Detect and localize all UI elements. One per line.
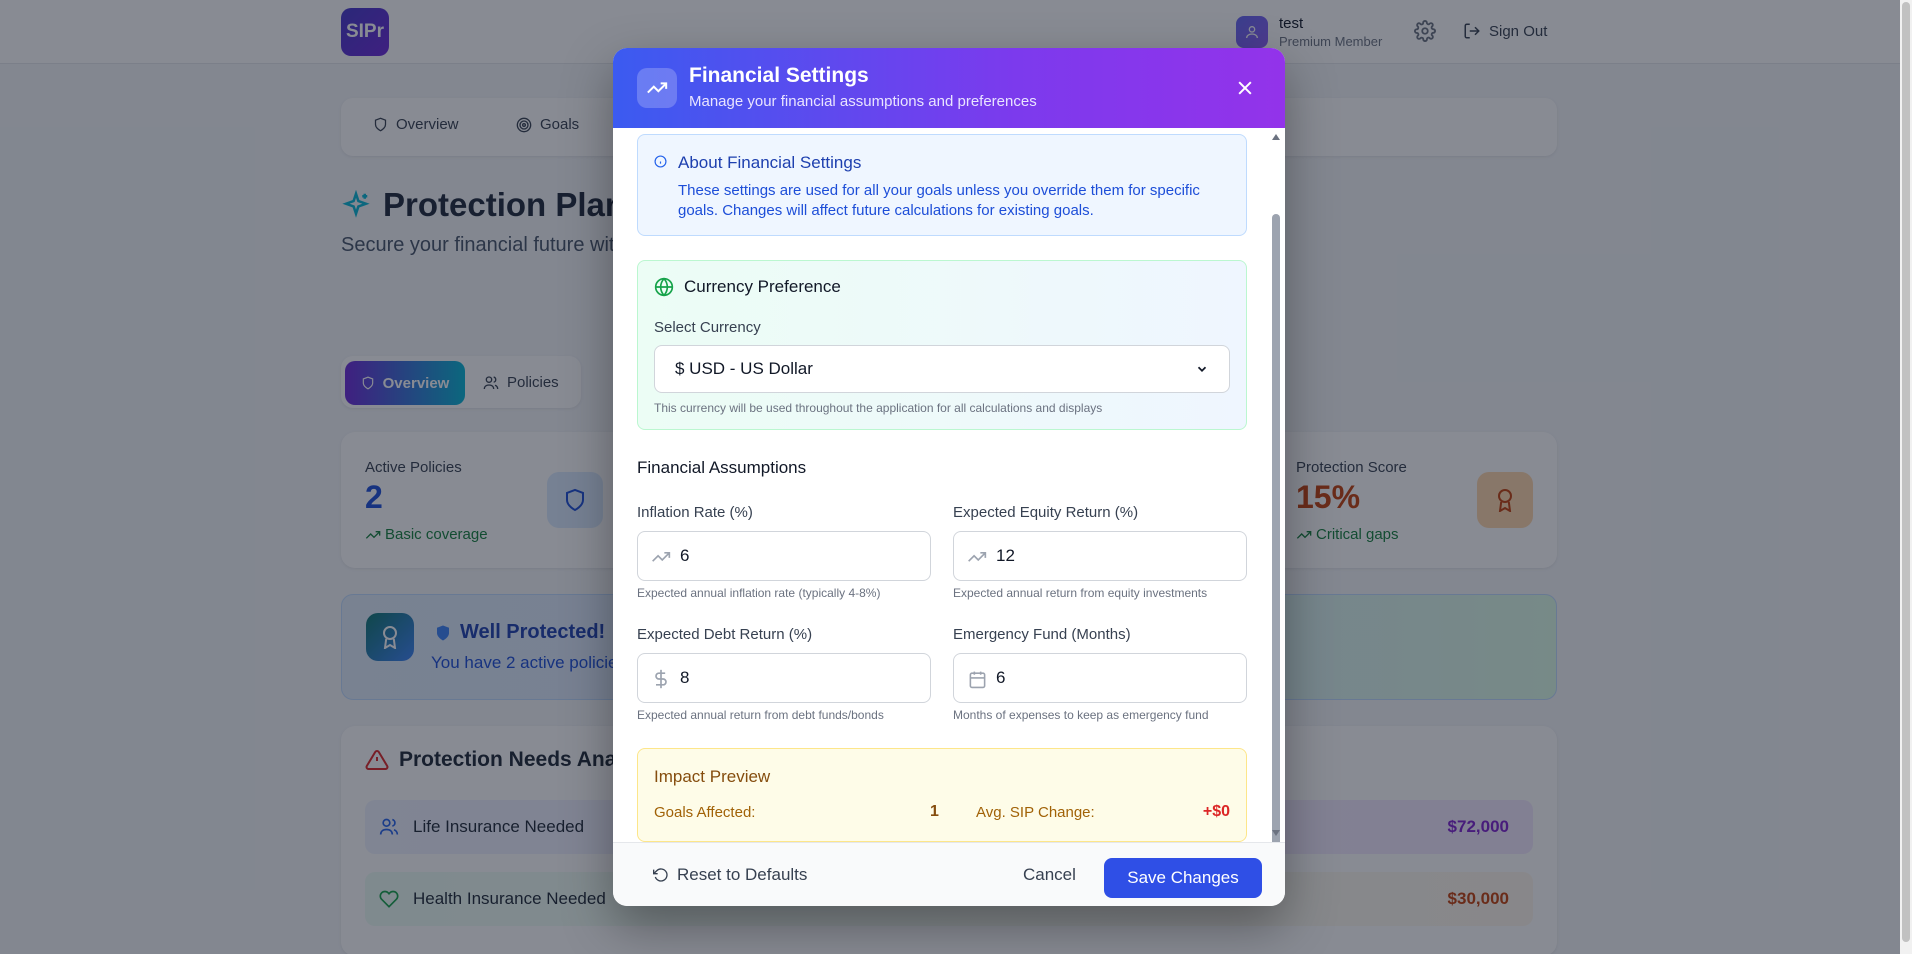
debt-label: Expected Debt Return (%) [637, 626, 813, 643]
scroll-up-arrow-icon[interactable] [1272, 134, 1280, 140]
sip-change-value: +$0 [1202, 803, 1230, 820]
page-scrollbar[interactable] [1900, 0, 1912, 954]
modal-scrollbar-thumb[interactable] [1272, 214, 1280, 854]
currency-hint: This currency will be used throughout th… [654, 401, 1103, 415]
financial-settings-modal: Financial Settings Manage your financial… [613, 48, 1285, 906]
debt-return-input[interactable]: 8 [637, 653, 931, 703]
inflation-rate-input[interactable]: 6 [637, 531, 931, 581]
save-changes-button[interactable]: Save Changes [1104, 858, 1262, 898]
inflation-label: Inflation Rate (%) [637, 504, 753, 521]
page-scrollbar-thumb[interactable] [1902, 2, 1910, 942]
equity-hint: Expected annual return from equity inves… [953, 586, 1208, 600]
currency-title-text: Currency Preference [684, 277, 841, 296]
goals-affected-label: Goals Affected: [654, 804, 756, 821]
trending-up-icon [637, 68, 677, 108]
info-icon [654, 155, 667, 168]
about-text: These settings are used for all your goa… [678, 182, 1200, 219]
emergency-hint: Months of expenses to keep as emergency … [953, 708, 1209, 722]
inflation-value: 6 [680, 546, 690, 565]
equity-return-input[interactable]: 12 [953, 531, 1247, 581]
currency-title: Currency Preference [654, 277, 841, 297]
chevron-down-icon [1197, 366, 1207, 372]
modal-subtitle: Manage your financial assumptions and pr… [689, 93, 1037, 110]
impact-preview: Impact Preview Goals Affected: 1 Avg. SI… [637, 748, 1247, 842]
goals-affected-value: 1 [930, 803, 939, 820]
trending-up-icon [966, 546, 988, 568]
inflation-hint: Expected annual inflation rate (typicall… [637, 586, 881, 600]
globe-icon [654, 277, 674, 297]
trending-up-icon [650, 546, 672, 568]
reset-label: Reset to Defaults [677, 865, 808, 884]
cancel-button[interactable]: Cancel [1023, 865, 1076, 885]
about-settings-info: About Financial Settings These settings … [637, 134, 1247, 236]
about-title: About Financial Settings [678, 153, 862, 172]
financial-assumptions-title: Financial Assumptions [637, 458, 807, 477]
equity-label: Expected Equity Return (%) [953, 504, 1139, 521]
modal-footer: Reset to Defaults Cancel Save Changes [613, 842, 1285, 906]
modal-title: Financial Settings [689, 64, 869, 87]
scroll-down-arrow-icon[interactable] [1272, 830, 1280, 836]
debt-hint: Expected annual return from debt funds/b… [637, 708, 884, 722]
currency-select-label: Select Currency [654, 319, 761, 336]
emergency-label: Emergency Fund (Months) [953, 626, 1131, 643]
currency-selected-value: $ USD - US Dollar [675, 359, 813, 378]
emergency-fund-input[interactable]: 6 [953, 653, 1247, 703]
equity-value: 12 [996, 546, 1015, 565]
emergency-value: 6 [996, 668, 1006, 687]
modal-header: Financial Settings Manage your financial… [613, 48, 1285, 128]
reset-defaults-button[interactable]: Reset to Defaults [653, 865, 807, 885]
dollar-sign-icon [650, 668, 672, 690]
close-icon[interactable] [1233, 76, 1257, 100]
modal-scrollbar[interactable] [1269, 130, 1283, 854]
calendar-icon [966, 668, 988, 690]
rotate-ccw-icon [653, 868, 668, 882]
sip-change-label: Avg. SIP Change: [976, 804, 1095, 821]
currency-select[interactable]: $ USD - US Dollar [654, 345, 1230, 393]
debt-value: 8 [680, 668, 690, 687]
impact-title: Impact Preview [654, 767, 771, 786]
currency-preference-section: Currency Preference Select Currency $ US… [637, 260, 1247, 430]
